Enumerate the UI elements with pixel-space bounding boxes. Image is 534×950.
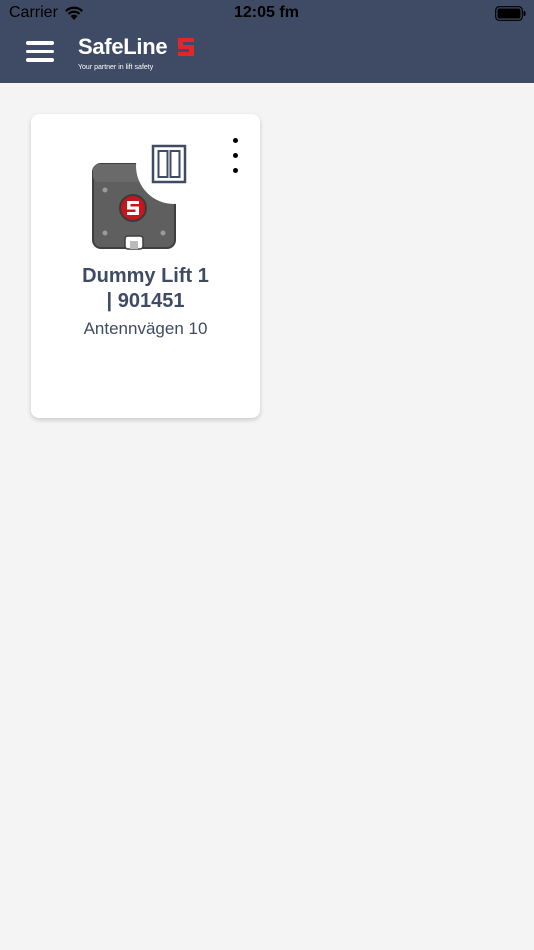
brand-name: SafeLine: [78, 34, 168, 59]
lift-name-line1: Dummy Lift 1: [82, 265, 209, 287]
safeline-logo: SafeLine Your partner in lift safety: [78, 34, 208, 76]
hamburger-menu-icon[interactable]: [26, 41, 56, 65]
lift-card[interactable]: Dummy Lift 1 | 901451 Antennvägen 10: [31, 114, 260, 418]
lift-name: Dummy Lift 1 | 901451: [31, 264, 260, 314]
safeline-device-icon: [92, 144, 188, 250]
battery-icon: [495, 6, 526, 21]
carrier-label: Carrier: [9, 4, 58, 21]
safeline-s-mark-icon: [178, 38, 194, 56]
top-navigation-bar: Carrier 12:05 fm SafeLine Your partner i…: [0, 0, 534, 83]
lift-address: Antennvägen 10: [83, 319, 208, 338]
status-bar: Carrier 12:05 fm: [0, 0, 534, 28]
wifi-icon: [65, 6, 83, 20]
clock: 12:05 fm: [234, 4, 299, 21]
lift-name-line2: | 901451: [106, 290, 185, 312]
brand-tagline: Your partner in lift safety: [78, 64, 154, 71]
more-vertical-icon[interactable]: [224, 138, 246, 180]
